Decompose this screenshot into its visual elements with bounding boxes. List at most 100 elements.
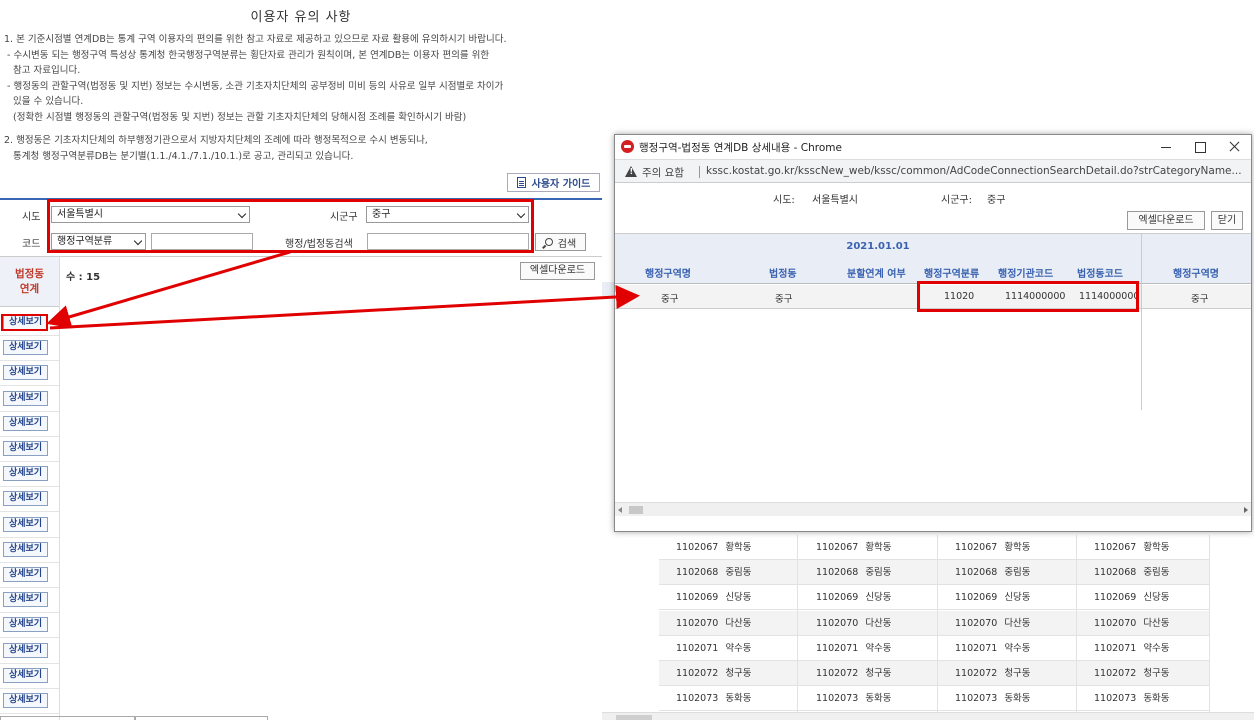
table-row[interactable]: 1102071 약수동 1102071 약수동 1102071 약수동 1102071 약수동 bbox=[659, 636, 1209, 661]
address-bar[interactable]: 주의 요함 kssc.kostat.go.kr/ksscNew_web/kssc… bbox=[615, 159, 1251, 183]
code-text: 1102071 bbox=[816, 642, 859, 654]
scroll-left-icon[interactable] bbox=[618, 507, 622, 513]
table-row[interactable]: 1102072 청구동 1102072 청구동 1102072 청구동 1102072 청구동 bbox=[659, 661, 1209, 686]
code-text: 1102072 bbox=[676, 668, 719, 679]
detail-view-button[interactable]: 상세보기 bbox=[3, 617, 48, 633]
notice-text: 1. 본 기준시점별 연계DB는 통계 구역 이용자의 편의를 위한 참고 자료… bbox=[4, 32, 600, 164]
detail-view-button[interactable]: 상세보기 bbox=[3, 415, 48, 431]
dong-name: 동화동 bbox=[865, 693, 892, 705]
minimize-icon[interactable] bbox=[1149, 135, 1183, 159]
user-guide-button[interactable]: 사용자 가이드 bbox=[507, 173, 600, 192]
code-text: 1102073 bbox=[816, 693, 859, 705]
background-table: 1102067 황학동 1102067 황학동 1102067 황학동 1102067 황학동… bbox=[659, 535, 1209, 715]
detail-view-button[interactable]: 상세보기 bbox=[3, 667, 48, 683]
divider bbox=[0, 385, 59, 387]
code-text: 1102073 bbox=[676, 693, 719, 705]
detail-view-button[interactable]: 상세보기 bbox=[3, 567, 48, 582]
dong-name: 중림동 bbox=[1004, 567, 1031, 579]
code-text: 1102072 bbox=[1094, 668, 1137, 679]
table-cell: 1102069 신당동 bbox=[955, 585, 1031, 610]
popup-close-button[interactable]: 닫기 bbox=[1211, 211, 1243, 230]
table-cell: 1102072 청구동 bbox=[955, 661, 1031, 686]
notice-line: - 수시변동 되는 행정구역 특성상 통계청 한국행정구역분류는 횡단자료 관리… bbox=[4, 49, 490, 61]
table-cell: 1102068 중림동 bbox=[955, 560, 1031, 585]
background-panel bbox=[602, 282, 614, 296]
detail-view-button[interactable]: 상세보기 bbox=[3, 491, 48, 507]
detail-view-button[interactable]: 상세보기 bbox=[3, 315, 48, 330]
popup-sigungu-label: 시군구: bbox=[941, 195, 972, 206]
popup-excel-download-button[interactable]: 엑셀다운로드 bbox=[1127, 211, 1205, 230]
table-row[interactable]: 1102073 동화동 1102073 동화동 1102073 동화동 1102073 동화동 bbox=[659, 686, 1209, 712]
detail-view-button[interactable]: 상세보기 bbox=[3, 441, 48, 456]
code-text: 1102069 bbox=[1094, 592, 1137, 604]
dong-name: 다산동 bbox=[725, 617, 752, 629]
bottom-tab[interactable] bbox=[135, 716, 268, 720]
table-row[interactable]: 1102068 중림동 1102068 중림동 1102068 중림동 1102068 중림동 bbox=[659, 560, 1209, 586]
code-text: 1102073 bbox=[955, 693, 998, 705]
table-cell: 1102071 약수동 bbox=[676, 636, 752, 661]
code-text: 1102068 bbox=[816, 567, 859, 579]
code-text: 1102072 bbox=[955, 668, 998, 679]
detail-view-button[interactable]: 상세보기 bbox=[3, 541, 48, 557]
table-cell: 1102072 청구동 bbox=[676, 661, 752, 686]
table-cell: 1102067 황학동 bbox=[955, 535, 1031, 560]
dong-name: 황학동 bbox=[1004, 542, 1031, 553]
detail-view-button[interactable]: 상세보기 bbox=[3, 516, 48, 532]
dong-name: 다산동 bbox=[1004, 617, 1031, 629]
table-cell: 1102072 청구동 bbox=[1094, 661, 1170, 686]
security-warning[interactable]: 주의 요함 bbox=[642, 165, 684, 180]
table-cell: 1102073 동화동 bbox=[955, 686, 1031, 711]
divider bbox=[797, 535, 798, 715]
search-button-label: 검색 bbox=[557, 238, 577, 250]
code-text: 1102070 bbox=[676, 617, 719, 629]
notice-line: (정확한 시점별 행정동의 관할구역(법정동 및 지번) 정보는 관할 기초자치… bbox=[4, 111, 467, 123]
window-titlebar[interactable]: 행정구역-법정동 연계DB 상세내용 - Chrome bbox=[615, 135, 1251, 159]
dong-name: 청구동 bbox=[1004, 668, 1031, 679]
detail-view-button[interactable]: 상세보기 bbox=[3, 592, 48, 608]
horizontal-scrollbar[interactable] bbox=[615, 502, 1251, 516]
column-header: 분할연계 여부 bbox=[847, 269, 906, 280]
notice-line: 2. 행정동은 기초자치단체의 하부행정기관으로서 지방자치단체의 조례에 따라… bbox=[4, 135, 428, 146]
table-cell: 1102069 신당동 bbox=[816, 585, 892, 610]
code-label: 코드 bbox=[22, 239, 41, 250]
dong-name: 다산동 bbox=[1143, 617, 1170, 629]
dong-name: 다산동 bbox=[865, 617, 892, 629]
table-cell: 중구 bbox=[661, 294, 679, 305]
highlight-box-codes bbox=[917, 281, 1139, 312]
detail-view-button[interactable]: 상세보기 bbox=[3, 693, 48, 708]
table-cell: 중구 bbox=[1191, 294, 1209, 305]
table-row[interactable]: 1102070 다산동 1102070 다산동 1102070 다산동 1102070 다산동 bbox=[659, 610, 1209, 636]
scroll-right-icon[interactable] bbox=[1244, 507, 1248, 513]
code-text: 1102069 bbox=[955, 592, 998, 604]
table-row[interactable]: 1102069 신당동 1102069 신당동 1102069 신당동 1102069 신당동 bbox=[659, 585, 1209, 611]
divider bbox=[0, 256, 602, 257]
bottom-tab[interactable] bbox=[0, 716, 135, 720]
table-cell: 1102067 황학동 bbox=[676, 535, 752, 560]
detail-view-button[interactable]: 상세보기 bbox=[3, 365, 48, 381]
divider bbox=[699, 166, 700, 178]
detail-view-button[interactable]: 상세보기 bbox=[3, 340, 48, 356]
code-text: 1102070 bbox=[1094, 617, 1137, 629]
table-cell: 1102072 청구동 bbox=[816, 661, 892, 686]
horizontal-scrollbar[interactable] bbox=[602, 712, 1254, 720]
dong-name: 중림동 bbox=[865, 567, 892, 579]
detail-view-button[interactable]: 상세보기 bbox=[3, 466, 48, 482]
search-button[interactable]: 검색 bbox=[535, 233, 586, 251]
detail-view-button[interactable]: 상세보기 bbox=[3, 390, 48, 406]
table-row[interactable]: 1102067 황학동 1102067 황학동 1102067 황학동 1102067 황학동 bbox=[659, 535, 1209, 560]
user-guide-label: 사용자 가이드 bbox=[531, 179, 591, 190]
url-text[interactable]: kssc.kostat.go.kr/ksscNew_web/kssc/commo… bbox=[706, 165, 1246, 177]
scrollbar-thumb[interactable] bbox=[629, 506, 643, 514]
table-cell: 1102070 다산동 bbox=[955, 611, 1031, 636]
close-icon[interactable] bbox=[1217, 135, 1251, 159]
notice-title: 이용자 유의 사항 bbox=[250, 10, 352, 25]
divider bbox=[0, 687, 59, 689]
dong-name: 동화동 bbox=[1004, 693, 1031, 705]
code-text: 1102069 bbox=[676, 592, 719, 604]
detail-view-button[interactable]: 상세보기 bbox=[3, 642, 48, 658]
excel-download-button[interactable]: 엑셀다운로드 bbox=[520, 262, 595, 280]
divider bbox=[0, 360, 59, 362]
column-header-line: 연계 bbox=[19, 283, 40, 295]
maximize-icon[interactable] bbox=[1183, 135, 1217, 159]
search-icon bbox=[544, 238, 553, 246]
